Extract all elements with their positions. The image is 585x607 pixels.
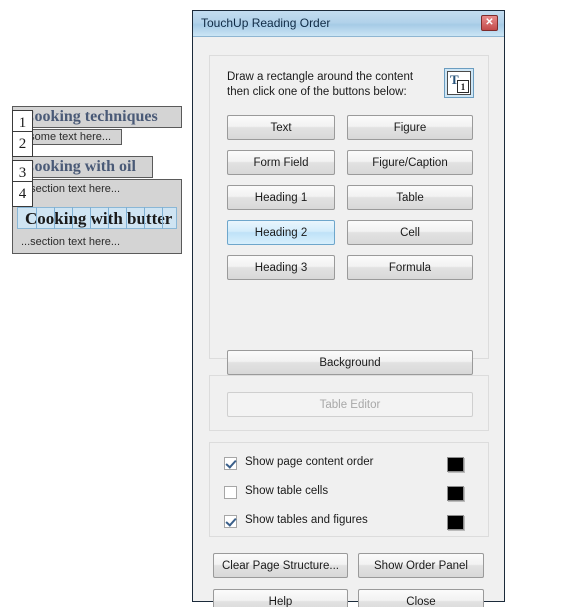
selection-tick — [108, 207, 109, 229]
doc-body-text: ...some text here... — [20, 131, 112, 143]
doc-trailing-text: ...section text here... — [21, 236, 121, 248]
tag-button-heading-3[interactable]: Heading 3 — [227, 255, 335, 280]
table-editor-button: Table Editor — [227, 392, 473, 417]
document-page: Cooking techniques ...some text here... … — [0, 0, 192, 607]
tag-button-cell[interactable]: Cell — [347, 220, 473, 245]
close-button[interactable]: Close — [358, 589, 484, 607]
tag-button-formula[interactable]: Formula — [347, 255, 473, 280]
tag-button-figure[interactable]: Figure — [347, 115, 473, 140]
text-order-hint-icon: T 1 — [444, 68, 474, 98]
tag-button-table[interactable]: Table — [347, 185, 473, 210]
selection-tick — [36, 207, 37, 229]
reading-order-marker-2[interactable]: 2 — [12, 131, 33, 157]
tag-button-text[interactable]: Text — [227, 115, 335, 140]
button-row: Heading 3 Formula — [227, 255, 473, 280]
dialog-body: Draw a rectangle around the content then… — [193, 37, 504, 607]
tagging-group: Draw a rectangle around the content then… — [209, 55, 489, 375]
option-label: Show tables and figures — [245, 514, 368, 526]
option-row-tables-and-figures: Show tables and figures — [224, 514, 476, 532]
option-row-table-cells: Show table cells — [224, 485, 476, 503]
button-row: Heading 2 Cell — [227, 220, 473, 245]
option-row-page-content-order: Show page content order — [224, 456, 476, 474]
checkbox-show-page-content-order[interactable] — [224, 457, 237, 470]
checkbox-show-table-cells[interactable] — [224, 486, 237, 499]
tag-button-figure-caption[interactable]: Figure/Caption — [347, 150, 473, 175]
button-row: Form Field Figure/Caption — [227, 150, 473, 175]
selection-tick — [126, 207, 127, 229]
instruction-text: Draw a rectangle around the content then… — [227, 71, 414, 98]
table-editor-group: Table Editor — [209, 375, 489, 431]
clear-page-structure-button[interactable]: Clear Page Structure... — [213, 553, 348, 578]
reading-order-marker-4[interactable]: 4 — [12, 181, 33, 207]
tag-button-heading-1[interactable]: Heading 1 — [227, 185, 335, 210]
doc-block-heading-2[interactable]: Cooking with oil — [12, 156, 153, 178]
doc-block-section[interactable]: ...section text here... Cooking with but… — [12, 179, 182, 254]
order-number-glyph: 1 — [457, 80, 469, 93]
selected-heading-text: Cooking with butter — [25, 209, 173, 228]
tag-button-background[interactable]: Background — [227, 350, 473, 375]
touchup-reading-order-dialog: TouchUp Reading Order ✕ Draw a rectangle… — [192, 10, 505, 607]
selection-tick — [54, 207, 55, 229]
color-swatch-table-cells[interactable] — [447, 486, 464, 501]
color-swatch-tables-and-figures[interactable] — [447, 515, 464, 530]
selection-tick — [162, 207, 163, 229]
display-options-group: Show page content order Show table cells… — [209, 442, 489, 537]
checkbox-show-tables-and-figures[interactable] — [224, 515, 237, 528]
help-button[interactable]: Help — [213, 589, 348, 607]
color-swatch-page-content-order[interactable] — [447, 457, 464, 472]
tag-button-heading-2[interactable]: Heading 2 — [227, 220, 335, 245]
tag-button-form-field[interactable]: Form Field — [227, 150, 335, 175]
close-icon[interactable]: ✕ — [481, 15, 498, 31]
selected-content-rectangle[interactable]: Cooking with butter — [17, 207, 177, 229]
show-order-panel-button[interactable]: Show Order Panel — [358, 553, 484, 578]
button-row: Text Figure — [227, 115, 473, 140]
screen: Cooking techniques ...some text here... … — [0, 0, 585, 607]
doc-heading-text: Cooking with oil — [23, 158, 136, 175]
doc-body-text: ...section text here... — [21, 183, 121, 195]
selection-tick — [144, 207, 145, 229]
dialog-titlebar[interactable]: TouchUp Reading Order ✕ — [193, 11, 504, 37]
page-glyph: T 1 — [447, 71, 471, 95]
option-label: Show page content order — [245, 456, 374, 468]
close-glyph: ✕ — [485, 17, 494, 28]
doc-heading-text: Cooking techniques — [23, 108, 158, 125]
selection-tick — [72, 207, 73, 229]
selection-tick — [90, 207, 91, 229]
tag-button-grid: Text Figure Form Field Figure/Caption He… — [227, 115, 473, 375]
doc-block-heading-1[interactable]: Cooking techniques — [12, 106, 182, 128]
option-label: Show table cells — [245, 485, 329, 497]
dialog-title: TouchUp Reading Order — [201, 16, 331, 30]
button-row: Heading 1 Table — [227, 185, 473, 210]
